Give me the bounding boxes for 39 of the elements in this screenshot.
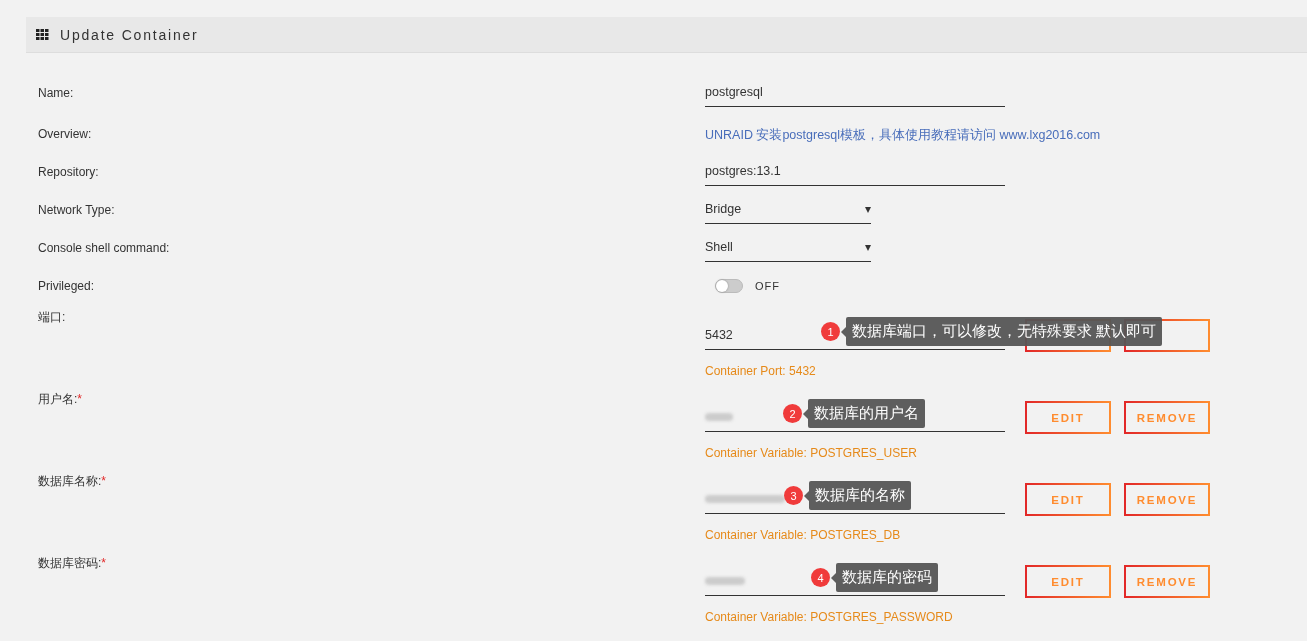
field-label: Repository: [38, 165, 100, 179]
field-label: Network Type: [38, 203, 116, 217]
header-title: Update Container [60, 26, 199, 43]
number-badge: 4 [811, 568, 830, 587]
select-field[interactable]: Bridge ▾ [705, 196, 871, 224]
help-text: Container Variable: POSTGRES_PASSWORD [705, 610, 954, 624]
toggle-switch[interactable] [715, 279, 743, 293]
field-label: 数据库名称:* [38, 473, 107, 490]
redacted-value [705, 412, 733, 421]
field-label: Privileged: [38, 279, 96, 293]
help-text: Container Port: 5432 [705, 364, 817, 378]
edit-button[interactable]: EDIT [1025, 401, 1111, 434]
field-label: Name: [38, 86, 75, 100]
redacted-value [705, 576, 745, 585]
help-text: Container Variable: POSTGRES_DB [705, 528, 902, 542]
field-label: 端口: [38, 309, 67, 326]
field-label: 数据库密码:* [38, 555, 107, 572]
tooltip: 数据库的用户名 [808, 399, 925, 428]
number-badge: 3 [784, 486, 803, 505]
number-badge: 2 [783, 404, 802, 423]
remove-button[interactable]: REMOVE [1124, 401, 1210, 434]
text-field[interactable]: postgres:13.1 [705, 158, 1005, 186]
field-label: Overview: [38, 127, 93, 141]
tooltip: 数据库的密码 [836, 563, 938, 592]
remove-button[interactable]: REMOVE [1124, 483, 1210, 516]
overview-text: UNRAID 安装postgresql模板，具体使用教程请访问 www.lxg2016.com [705, 127, 1101, 142]
number-badge: 1 [821, 322, 840, 341]
tooltip: 数据库的名称 [809, 481, 911, 510]
help-text: Container Variable: POSTGRES_USER [705, 446, 918, 460]
edit-button[interactable]: EDIT [1025, 565, 1111, 598]
text-field[interactable]: postgresql [705, 79, 1005, 107]
tooltip: 数据库端口，可以修改，无特殊要求 默认即可 [846, 317, 1163, 346]
select-field[interactable]: Shell ▾ [705, 234, 871, 262]
remove-button[interactable]: REMOVE [1124, 565, 1210, 598]
toggle-state: OFF [755, 280, 780, 292]
field-label: Console shell command: [38, 241, 171, 255]
edit-button[interactable]: EDIT [1025, 483, 1111, 516]
field-label: 用户名:* [38, 391, 83, 408]
grid-icon [36, 29, 49, 40]
